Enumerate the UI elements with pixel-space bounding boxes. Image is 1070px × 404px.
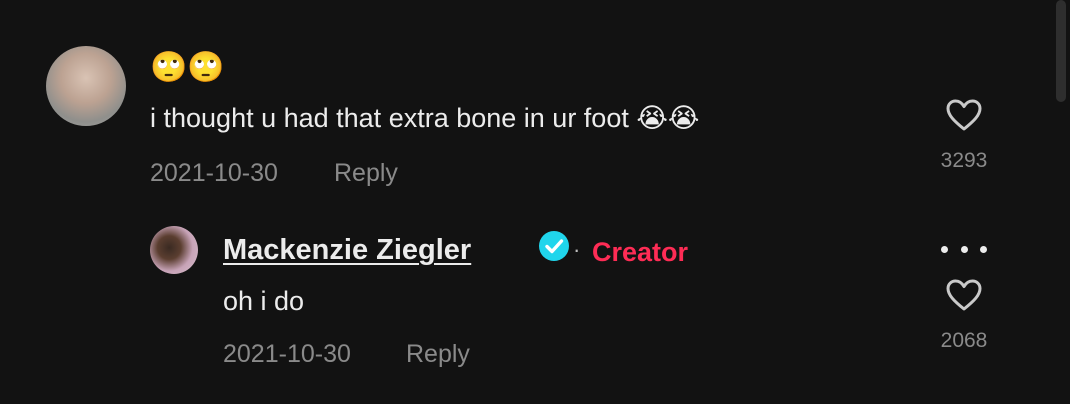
heart-icon[interactable] <box>945 278 983 312</box>
badge-separator: · <box>573 237 581 262</box>
comment-date: 2021-10-30 <box>150 159 278 187</box>
comment-emoji: 🙄🙄 <box>150 51 225 84</box>
creator-avatar[interactable] <box>150 226 198 274</box>
creator-badge: Creator <box>592 237 689 267</box>
reply-button[interactable]: Reply <box>334 158 398 188</box>
like-count: 2068 <box>940 329 988 352</box>
more-dot <box>980 245 987 253</box>
scrollbar[interactable] <box>1054 0 1070 404</box>
heart-icon[interactable] <box>945 98 983 132</box>
comment-thread: 🙄🙄 i thought u had that extra bone in ur… <box>0 0 1070 404</box>
more-dot <box>941 245 948 253</box>
reply-date: 2021-10-30 <box>223 340 351 368</box>
comment-text: i thought u had that extra bone in ur fo… <box>150 103 700 133</box>
verified-check-icon <box>539 231 569 261</box>
more-options-icon[interactable] <box>941 240 987 258</box>
creator-username[interactable]: Mackenzie Ziegler <box>223 232 471 268</box>
more-dot <box>960 245 968 253</box>
reply-button[interactable]: Reply <box>406 339 470 369</box>
commenter-avatar[interactable] <box>46 46 126 126</box>
reply-text: oh i do <box>223 286 305 316</box>
scrollbar-thumb[interactable] <box>1056 0 1066 102</box>
like-count: 3293 <box>940 149 988 172</box>
